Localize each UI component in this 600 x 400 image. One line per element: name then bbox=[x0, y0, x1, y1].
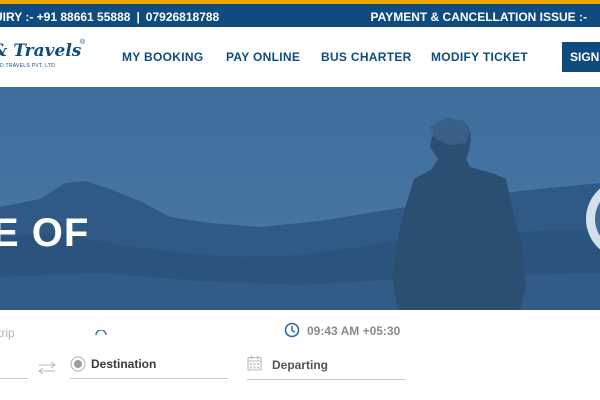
calendar-icon[interactable] bbox=[247, 355, 262, 371]
separator: | bbox=[136, 10, 140, 24]
phone-number[interactable]: 07926818788 bbox=[146, 10, 219, 24]
brand-logo[interactable]: & Travels ® D TRAVELS PVT. LTD bbox=[0, 39, 92, 77]
logo-subtitle: D TRAVELS PVT. LTD bbox=[0, 63, 56, 69]
current-time: 09:43 AM +05:30 bbox=[307, 324, 401, 338]
destination-radio-icon[interactable] bbox=[70, 356, 86, 372]
top-contact-bar: UIRY :- +91 88661 55888 | 07926818788 PAYM… bbox=[0, 4, 600, 27]
nav-pay-online[interactable]: PAY ONLINE bbox=[226, 50, 300, 64]
swap-icon[interactable] bbox=[37, 362, 57, 374]
logo-registered-mark: ® bbox=[80, 39, 86, 46]
departing-date-field[interactable]: Departing bbox=[272, 358, 328, 372]
search-panel: -trip 09:43 AM +05:30 Destination Depart… bbox=[0, 310, 600, 400]
departing-field-underline bbox=[247, 379, 405, 380]
hero-image bbox=[0, 87, 600, 310]
destination-field[interactable]: Destination bbox=[91, 357, 156, 371]
hero-banner: E OF bbox=[0, 87, 600, 310]
round-trip-radio-icon[interactable] bbox=[95, 330, 107, 336]
contact-numbers: UIRY :- +91 88661 55888 | 07926818788 bbox=[0, 10, 219, 24]
enquiry-number[interactable]: UIRY :- +91 88661 55888 bbox=[0, 10, 130, 24]
nav-bus-charter[interactable]: BUS CHARTER bbox=[321, 50, 412, 64]
clock-icon bbox=[284, 322, 300, 338]
main-navbar: & Travels ® D TRAVELS PVT. LTD MY BOOKIN… bbox=[0, 27, 600, 87]
destination-field-underline bbox=[70, 378, 228, 379]
nav-my-booking[interactable]: MY BOOKING bbox=[122, 50, 203, 64]
source-field-underline[interactable] bbox=[0, 378, 28, 379]
sign-in-button[interactable]: SIGN IN bbox=[562, 42, 600, 72]
logo-text: & Travels bbox=[0, 41, 82, 61]
hero-heading: E OF bbox=[0, 211, 90, 255]
nav-modify-ticket[interactable]: MODIFY TICKET bbox=[431, 50, 528, 64]
payment-issue-label: PAYMENT & CANCELLATION ISSUE :- bbox=[370, 10, 587, 24]
trip-type-label[interactable]: -trip bbox=[0, 326, 15, 340]
